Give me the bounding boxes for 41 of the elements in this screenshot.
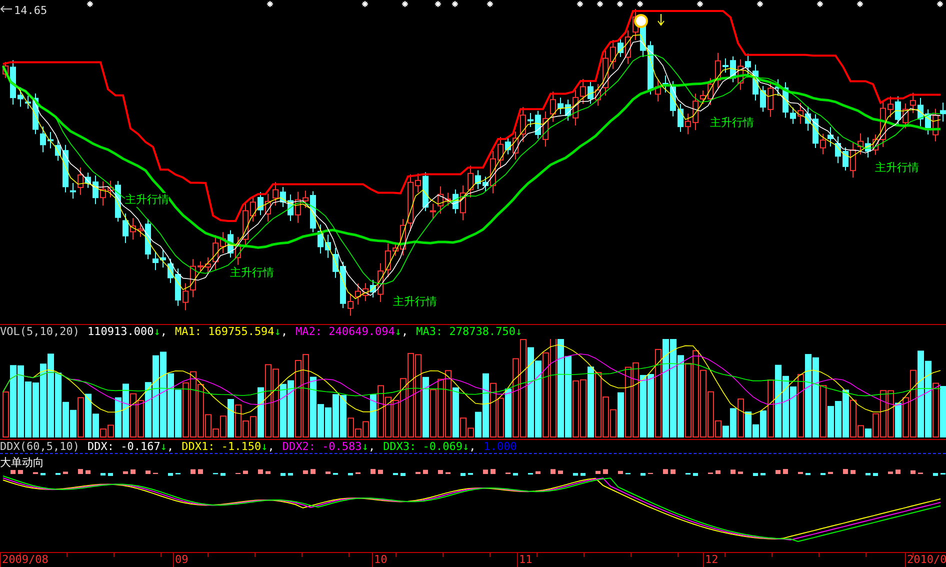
indicator-reading: DDX3: -0.069 bbox=[383, 440, 463, 454]
indicator-reading: DDX2: -0.583 bbox=[282, 440, 362, 454]
date-label: 10 bbox=[372, 553, 388, 567]
separator: , bbox=[268, 440, 274, 454]
indicator-reading: MA1: 169755.594 bbox=[174, 325, 274, 339]
indicator-reading: MA3: 278738.750 bbox=[416, 325, 516, 339]
arrow-icon bbox=[0, 6, 12, 12]
trend-arrow: ↓ bbox=[154, 325, 160, 339]
indicator-subtitle: 大单动向 bbox=[0, 456, 44, 470]
separator: , bbox=[368, 440, 376, 454]
date-label: 09 bbox=[173, 553, 188, 567]
top-signal-icon bbox=[634, 14, 664, 28]
trend-arrow: ↓ bbox=[274, 325, 281, 339]
date-label: 2009/08 bbox=[0, 553, 48, 567]
trend-annotation: 主升行情 bbox=[125, 193, 169, 207]
indicator-title: DDX(60,5,10) bbox=[0, 440, 80, 454]
separator: , bbox=[469, 440, 476, 454]
date-label: 2010/0 bbox=[905, 553, 946, 567]
separator: , bbox=[280, 325, 288, 339]
date-label: 11 bbox=[517, 553, 532, 567]
trend-annotation: 主升行情 bbox=[875, 161, 919, 175]
indicator-reading: 110913.000 bbox=[87, 325, 154, 339]
indicator-reading: MA2: 240649.094 bbox=[296, 325, 395, 339]
trend-arrow: ↓ bbox=[160, 440, 167, 454]
indicator-reading: DDX: -0.167 bbox=[87, 440, 160, 454]
trend-arrow: ↓ bbox=[362, 440, 368, 454]
price-label: 14.65 bbox=[14, 4, 48, 18]
separator: , bbox=[402, 325, 408, 339]
trend-arrow: ↓ bbox=[261, 440, 268, 454]
trend-annotation: 主升行情 bbox=[230, 266, 274, 280]
trend-annotation: 主升行情 bbox=[393, 295, 437, 309]
trend-arrow: ↓ bbox=[516, 325, 522, 339]
trend-annotation: 主升行情 bbox=[710, 116, 754, 130]
date-label: 12 bbox=[703, 553, 718, 567]
separator: , bbox=[160, 325, 167, 339]
trend-arrow: ↓ bbox=[394, 325, 402, 339]
indicator-reading: DDX1: -1.150 bbox=[182, 440, 262, 454]
indicator-title: VOL(5,10,20) bbox=[0, 325, 80, 339]
separator: , bbox=[166, 440, 174, 454]
indicator-reading: 1.000 bbox=[484, 440, 517, 454]
trend-arrow: ↓ bbox=[462, 440, 470, 454]
